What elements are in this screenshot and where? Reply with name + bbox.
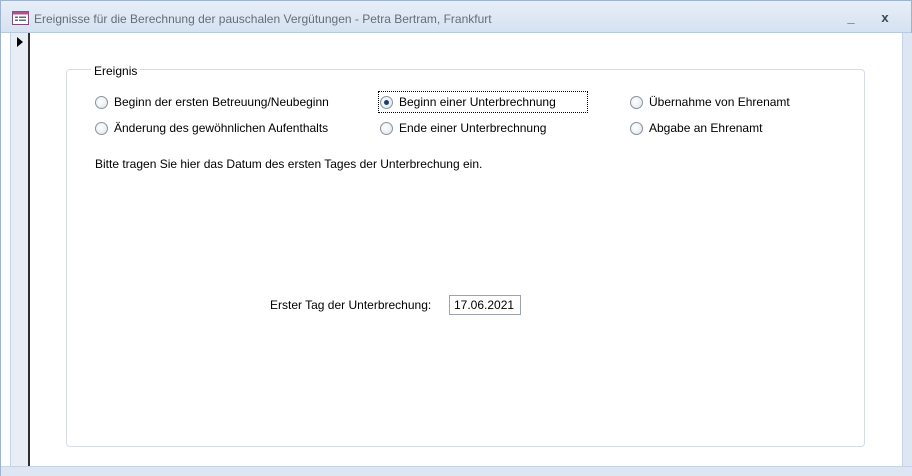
- option-label: Ende einer Unterbrechnung: [399, 121, 547, 135]
- option-label: Änderung des gewöhnlichen Aufenthalts: [114, 121, 329, 135]
- radio-button[interactable]: [380, 121, 393, 135]
- form-icon: [12, 11, 29, 25]
- option-label: Abgabe an Ehrenamt: [649, 121, 763, 135]
- option-ende-unterbrechnung[interactable]: Ende einer Unterbrechnung: [380, 119, 546, 137]
- bottom-border: [1, 466, 912, 476]
- radio-button-selected[interactable]: [380, 95, 393, 109]
- current-record-arrow-icon: [17, 37, 23, 47]
- instruction-text: Bitte tragen Sie hier das Datum des erst…: [95, 157, 483, 171]
- form-window: Ereignisse für die Berechnung der pausch…: [0, 0, 912, 476]
- option-label: Übernahme von Ehrenamt: [649, 95, 790, 109]
- option-abgabe-ehrenamt[interactable]: Abgabe an Ehrenamt: [630, 119, 762, 137]
- first-day-date-input[interactable]: [449, 295, 521, 315]
- close-button[interactable]: x: [876, 10, 894, 26]
- title-bar[interactable]: Ereignisse für die Berechnung der pausch…: [1, 1, 911, 33]
- record-selector[interactable]: [11, 33, 30, 466]
- radio-button[interactable]: [95, 121, 108, 135]
- option-group-legend: Ereignis: [91, 64, 141, 78]
- radio-button[interactable]: [95, 95, 108, 109]
- option-label: Beginn der ersten Betreuung/Neubeginn: [114, 95, 329, 109]
- option-beginn-erste-betreuung[interactable]: Beginn der ersten Betreuung/Neubeginn: [95, 93, 329, 111]
- left-border: [1, 33, 11, 466]
- option-label: Beginn einer Unterbrechnung: [399, 95, 556, 109]
- window-title: Ereignisse für die Berechnung der pausch…: [34, 12, 492, 26]
- option-beginn-unterbrechnung[interactable]: Beginn einer Unterbrechnung: [378, 91, 588, 113]
- minimize-button[interactable]: _: [842, 10, 860, 26]
- radio-button[interactable]: [630, 121, 643, 135]
- vertical-scroll-area: [902, 33, 912, 466]
- radio-button[interactable]: [630, 95, 643, 109]
- option-uebernahme-ehrenamt[interactable]: Übernahme von Ehrenamt: [630, 93, 790, 111]
- date-field-label: Erster Tag der Unterbrechung:: [270, 298, 432, 312]
- option-aenderung-aufenthalt[interactable]: Änderung des gewöhnlichen Aufenthalts: [95, 119, 328, 137]
